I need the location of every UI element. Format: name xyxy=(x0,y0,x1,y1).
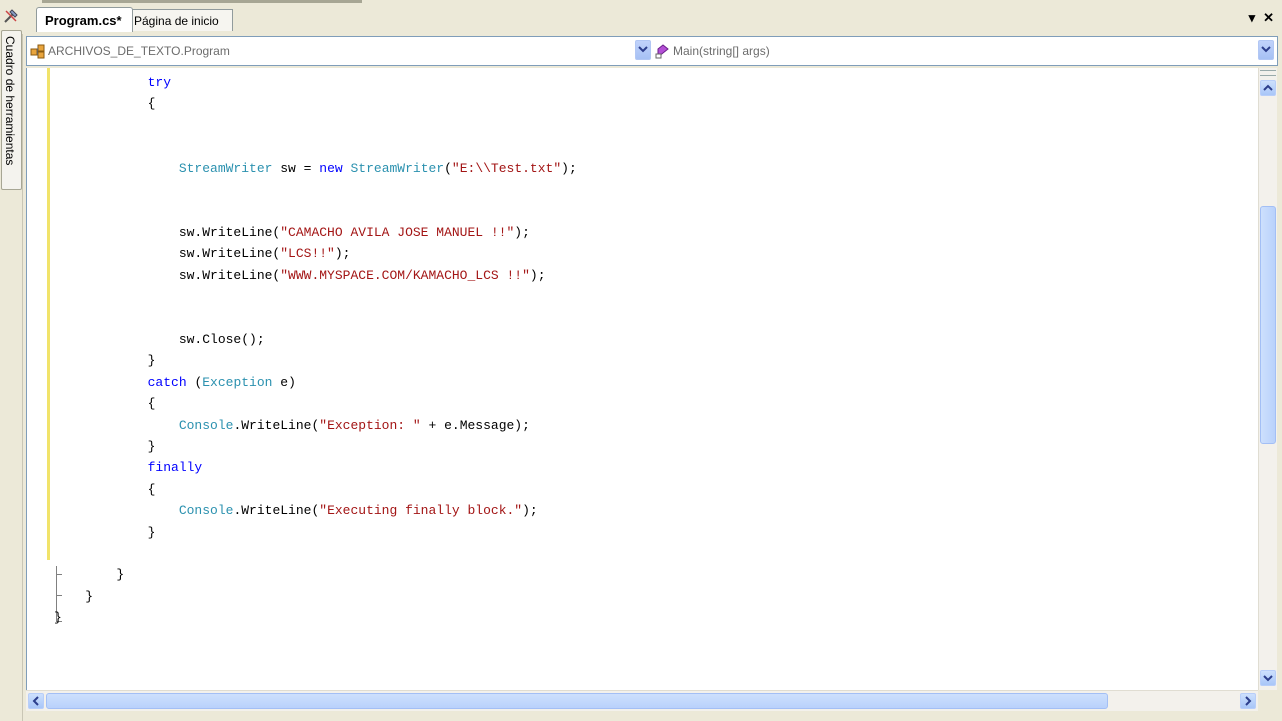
method-icon xyxy=(655,44,669,59)
chevron-left-icon xyxy=(32,696,39,706)
code-line[interactable]: sw.WriteLine("LCS!!"); xyxy=(54,246,351,261)
change-tracking-bar xyxy=(47,68,50,560)
tab-label: Página de inicio xyxy=(134,13,219,28)
chevron-right-icon xyxy=(1245,696,1252,706)
code-line[interactable]: Console.WriteLine("Executing finally blo… xyxy=(54,503,538,518)
horizontal-scroll-thumb[interactable] xyxy=(46,693,1108,709)
chevron-down-icon xyxy=(1263,675,1273,682)
scroll-up-button[interactable] xyxy=(1260,80,1276,96)
code-line[interactable]: { xyxy=(54,482,156,497)
tab-label: Program.cs* xyxy=(45,12,122,28)
code-line[interactable]: StreamWriter sw = new StreamWriter("E:\\… xyxy=(54,161,577,176)
member-selector-dropdown-button[interactable] xyxy=(1258,40,1274,60)
code-line[interactable]: { xyxy=(54,96,156,111)
class-icon xyxy=(30,44,45,59)
type-selector[interactable]: ARCHIVOS_DE_TEXTO.Program xyxy=(30,40,646,62)
tab-list-dropdown-button[interactable]: ▾ xyxy=(1249,10,1256,26)
tabstrip-divider xyxy=(42,0,362,3)
chevron-down-icon xyxy=(638,46,648,53)
editor-gutter xyxy=(27,68,47,690)
type-selector-value: ARCHIVOS_DE_TEXTO.Program xyxy=(48,44,230,58)
code-line[interactable]: } xyxy=(54,525,156,540)
scroll-right-button[interactable] xyxy=(1240,693,1256,709)
type-selector-dropdown-button[interactable] xyxy=(635,40,651,60)
vertical-scrollbar[interactable] xyxy=(1258,68,1277,690)
code-line[interactable]: sw.Close(); xyxy=(54,332,265,347)
vertical-scroll-thumb[interactable] xyxy=(1260,206,1276,444)
code-line[interactable]: } xyxy=(54,353,156,368)
chevron-down-icon xyxy=(1261,46,1271,53)
code-editor[interactable]: try { StreamWriter sw = new StreamWriter… xyxy=(26,68,1259,690)
code-line[interactable]: sw.WriteLine("WWW.MYSPACE.COM/KAMACHO_LC… xyxy=(54,268,546,283)
tab-controls: ▾ ✕ xyxy=(1249,10,1274,26)
code-line[interactable]: { xyxy=(54,396,156,411)
code-line[interactable]: sw.WriteLine("CAMACHO AVILA JOSE MANUEL … xyxy=(54,225,530,240)
tab-pagina-de-inicio[interactable]: Página de inicio xyxy=(117,9,233,31)
code-line[interactable]: Console.WriteLine("Exception: " + e.Mess… xyxy=(54,418,530,433)
navigation-bar: ARCHIVOS_DE_TEXTO.Program Main(string[] … xyxy=(26,36,1278,66)
member-selector-value: Main(string[] args) xyxy=(673,44,770,58)
tab-program-cs[interactable]: Program.cs* xyxy=(36,7,133,32)
chevron-up-icon xyxy=(1263,84,1273,91)
toolbox-label[interactable]: Cuadro de herramientas xyxy=(3,36,17,165)
code-line[interactable]: try xyxy=(54,75,171,90)
scroll-down-button[interactable] xyxy=(1260,670,1276,686)
document-tab-strip: Página de inicio Program.cs* ▾ ✕ xyxy=(22,0,1282,34)
code-line[interactable]: finally xyxy=(54,460,203,475)
horizontal-scrollbar[interactable] xyxy=(26,690,1258,711)
toolbox-panel: Cuadro de herramientas xyxy=(0,0,23,721)
code-line[interactable]: } xyxy=(54,610,62,625)
close-tab-button[interactable]: ✕ xyxy=(1263,10,1274,26)
code-line[interactable]: catch (Exception e) xyxy=(54,375,296,390)
code-line[interactable]: } xyxy=(54,589,93,604)
scrollbar-corner xyxy=(1258,690,1278,710)
scroll-left-button[interactable] xyxy=(28,693,44,709)
code-line[interactable]: } xyxy=(54,567,124,582)
code-text[interactable]: try { StreamWriter sw = new StreamWriter… xyxy=(54,72,577,629)
editor-splitter[interactable] xyxy=(1260,70,1276,76)
code-line[interactable]: } xyxy=(54,439,156,454)
member-selector[interactable]: Main(string[] args) xyxy=(655,40,1273,62)
toolbox-icon[interactable] xyxy=(3,8,19,24)
